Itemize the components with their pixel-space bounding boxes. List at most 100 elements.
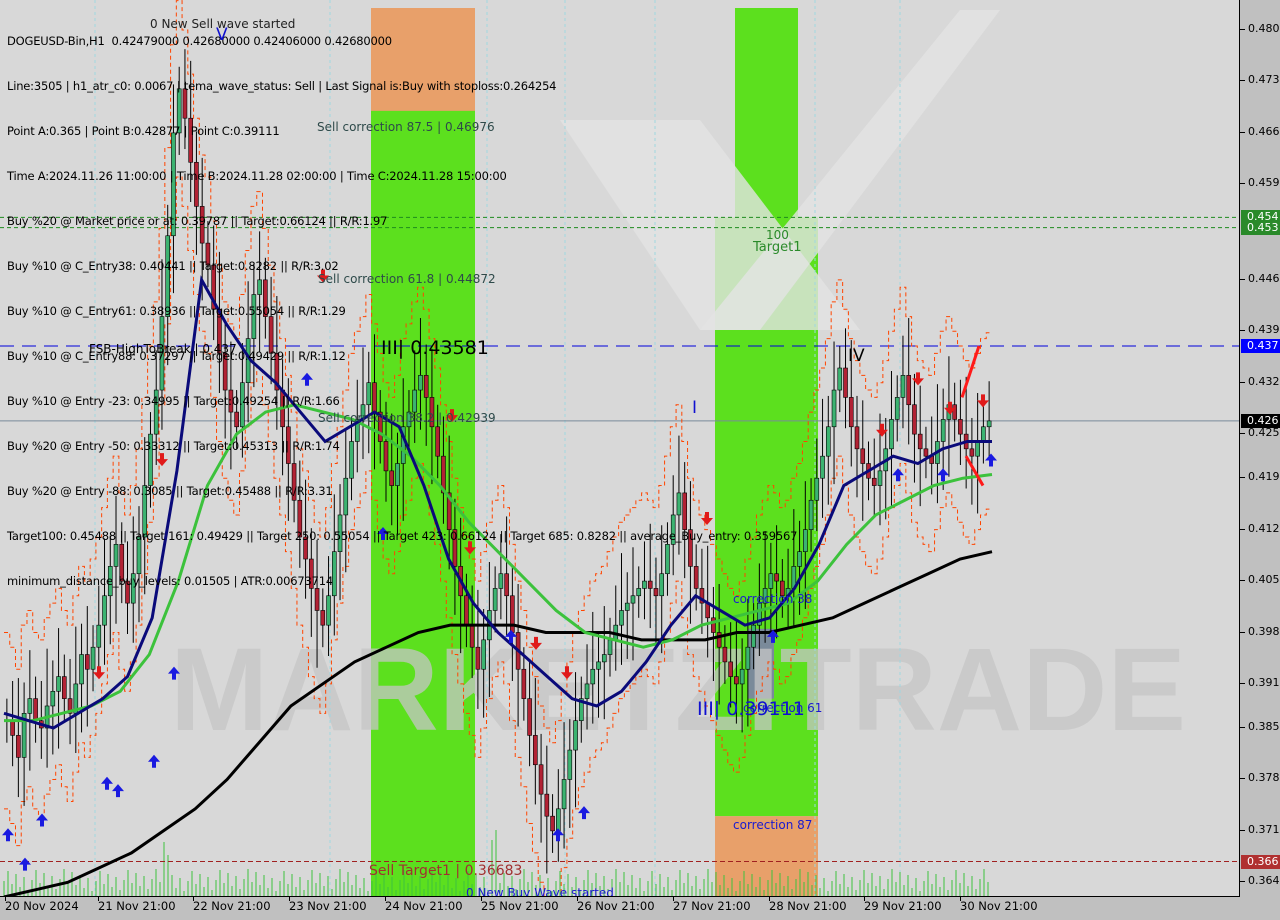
price-tick-label: 0.398 <box>1240 624 1280 638</box>
candle-body <box>538 764 544 795</box>
time-tick-label: 21 Nov 21:00 <box>98 896 176 913</box>
candle-body <box>958 419 963 435</box>
candle-body <box>975 441 980 457</box>
info-line: Buy %10 @ Entry -23: 0.34995 || Target:0… <box>7 394 340 408</box>
price-tick-label: 0.446 <box>1240 271 1280 285</box>
price-tick-label: 0.466 <box>1240 124 1280 138</box>
target1-label: Target1 <box>753 240 802 255</box>
candle-body <box>831 389 837 428</box>
candle-body <box>923 448 929 457</box>
buy-arrow-icon <box>937 468 949 482</box>
candle-body <box>981 426 986 442</box>
buy-arrow-icon <box>892 468 904 482</box>
sell-correction-875-label: Sell correction 87.5 | 0.46976 <box>317 120 495 134</box>
candle-body <box>912 404 917 435</box>
candle-body <box>527 698 532 736</box>
buy-arrow-icon <box>19 857 31 871</box>
candle-body <box>860 448 866 464</box>
correction-61-label: correction 61 <box>743 701 823 715</box>
buy-arrow-icon <box>101 776 113 790</box>
candle-body <box>745 646 751 670</box>
candle-body <box>567 749 573 780</box>
price-tag-target: 0.453 <box>1241 220 1280 235</box>
candle-body <box>10 720 15 736</box>
candle-body <box>894 397 900 420</box>
candle-body <box>825 426 831 457</box>
candle-body <box>96 624 102 648</box>
buy-arrow-icon <box>578 806 590 820</box>
candle-body <box>716 632 722 648</box>
wave-4-label: IV <box>848 346 865 366</box>
candle-body <box>711 617 716 633</box>
sell-target1-label: Sell Target1 | 0.36683 <box>369 863 523 879</box>
fsb-high-to-break-label: FSB-HighToBreak | 0.437 <box>89 342 237 356</box>
candle-body <box>728 661 733 677</box>
info-line: Buy %20 @ Entry -88: 0.3085 || Target:0.… <box>7 484 333 498</box>
candle-body <box>584 683 590 699</box>
info-line: Buy %20 @ Market price or at: 0.39787 ||… <box>7 214 388 228</box>
time-tick-label: 28 Nov 21:00 <box>769 896 847 913</box>
candle-body <box>62 676 67 699</box>
candle-body <box>751 624 756 648</box>
candle-body <box>940 419 946 442</box>
chart-plot-area[interactable]: MARKETZITRADE DOGEUSD-Bin,H1 0.42479000 … <box>0 0 1240 897</box>
candle-body <box>734 676 739 685</box>
candle-body <box>917 433 923 450</box>
info-panel: DOGEUSD-Bin,H1 0.42479000 0.42680000 0.4… <box>7 4 797 619</box>
time-tick-label: 29 Nov 21:00 <box>864 896 942 913</box>
price-tick-label: 0.480 <box>1240 22 1280 36</box>
wave-1-label: I <box>692 398 698 418</box>
price-tick-label: 0.419 <box>1240 470 1280 484</box>
candle-body <box>900 375 906 398</box>
candle-body <box>550 815 555 832</box>
price-tick-label: 0.432 <box>1240 374 1280 388</box>
info-line: Line:3505 | h1_atr_c0: 0.0067 | tema_wav… <box>7 79 557 93</box>
wave-trend-line <box>964 455 985 487</box>
candle-body <box>843 367 848 398</box>
candle-body <box>952 404 957 420</box>
candle-body <box>969 448 975 457</box>
price-tick-label: 0.385 <box>1240 720 1280 734</box>
candle-body <box>837 367 843 391</box>
candle-body <box>814 477 820 501</box>
price-tick-label: 0.425 <box>1240 426 1280 440</box>
candle-body <box>573 720 578 751</box>
time-tick-label: 22 Nov 21:00 <box>193 896 271 913</box>
time-tick-label: 27 Nov 21:00 <box>673 896 751 913</box>
time-tick-label: 26 Nov 21:00 <box>577 896 655 913</box>
candle-body <box>803 529 808 552</box>
candle-body <box>739 668 745 685</box>
wave-3-high-label: III| 0.43581 <box>381 337 489 359</box>
candle-body <box>906 375 912 406</box>
candle-body <box>877 470 883 486</box>
sell-arrow-icon <box>977 394 989 408</box>
price-tag-sell: 0.366 <box>1241 854 1280 869</box>
price-tick-label: 0.378 <box>1240 771 1280 785</box>
candle-body <box>469 624 475 648</box>
sell-correction-382-label: Sell correction 38.2 | 0.42939 <box>318 411 496 425</box>
price-tick-label: 0.405 <box>1240 573 1280 587</box>
info-line: Buy %20 @ Entry -50: 0.33312 || Target:0… <box>7 439 340 453</box>
candle-body <box>986 420 992 428</box>
candle-body <box>848 397 854 428</box>
candle-body <box>889 419 894 450</box>
candle-body <box>475 646 481 670</box>
candle-body <box>50 690 56 707</box>
price-tick-label: 0.459 <box>1240 176 1280 190</box>
candle-body <box>561 779 567 810</box>
buy-arrow-icon <box>148 754 160 768</box>
correction-87-label: correction 87 <box>733 818 813 832</box>
candle-body <box>16 735 21 758</box>
candle-body <box>533 735 538 766</box>
candle-body <box>33 698 38 721</box>
wave-5-label: V <box>216 25 228 45</box>
candle-body <box>521 668 527 699</box>
price-tag-fsb: 0.437 <box>1241 338 1280 353</box>
info-line: Time A:2024.11.26 11:00:00 | Time B:2024… <box>7 169 507 183</box>
price-tick-label: 0.391 <box>1240 675 1280 689</box>
time-tick-label: 20 Nov 2024 <box>5 896 79 913</box>
candle-body <box>544 793 550 817</box>
price-tick-label: 0.364 <box>1240 874 1280 888</box>
candle-body <box>871 477 877 486</box>
buy-arrow-icon <box>112 784 124 798</box>
